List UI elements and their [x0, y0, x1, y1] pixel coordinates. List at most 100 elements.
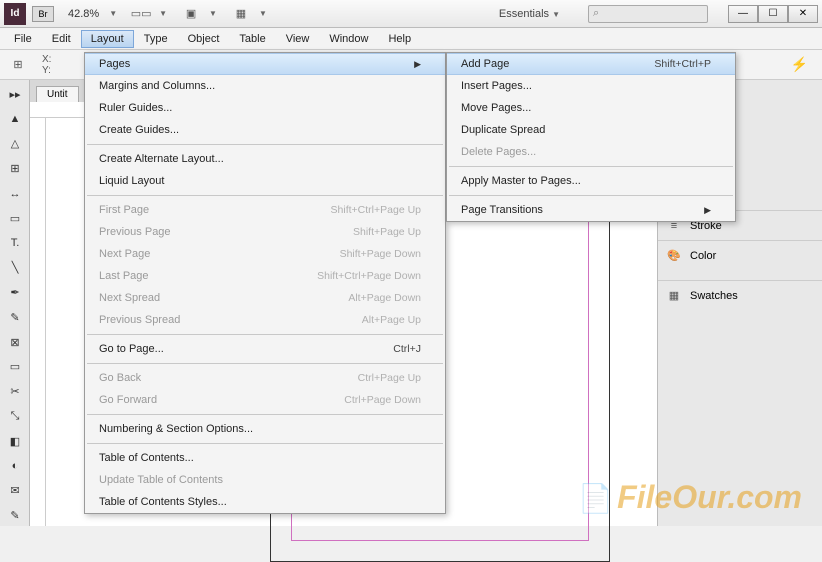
pages-menu-item-duplicate-spread[interactable]: Duplicate Spread: [447, 119, 735, 141]
menu-item-label: Ruler Guides...: [99, 102, 421, 114]
expand-icon[interactable]: ▸▸: [2, 84, 28, 105]
menu-item-label: First Page: [99, 204, 331, 216]
layout-menu-item-create-alternate-layout[interactable]: Create Alternate Layout...: [85, 148, 445, 170]
direct-selection-tool[interactable]: △: [2, 134, 28, 155]
layout-menu-item-last-page: Last PageShift+Ctrl+Page Down: [85, 265, 445, 287]
menu-item-shortcut: Shift+Page Up: [353, 226, 421, 238]
workspace-switcher[interactable]: Essentials ▼: [491, 6, 578, 22]
pages-menu-item-page-transitions[interactable]: Page Transitions▶: [447, 199, 735, 221]
rectangle-tool[interactable]: ▭: [2, 357, 28, 378]
quick-apply-icon[interactable]: ⚡: [791, 56, 808, 73]
zoom-dropdown-arrow[interactable]: ▼: [109, 9, 117, 18]
page-tool[interactable]: ⊞: [2, 158, 28, 179]
close-button[interactable]: ✕: [788, 5, 818, 23]
layout-menu-separator: [87, 334, 443, 335]
reference-point-icon[interactable]: ⊞: [4, 55, 32, 75]
layout-menu-item-previous-spread: Previous SpreadAlt+Page Up: [85, 309, 445, 331]
selection-tool[interactable]: ▲: [2, 109, 28, 130]
menu-item-label: Create Guides...: [99, 124, 421, 136]
menu-item-label: Next Page: [99, 248, 340, 260]
menu-item-label: Duplicate Spread: [461, 124, 711, 136]
menu-item-label: Numbering & Section Options...: [99, 423, 421, 435]
menu-edit[interactable]: Edit: [42, 30, 81, 48]
layout-menu-item-first-page: First PageShift+Ctrl+Page Up: [85, 199, 445, 221]
panel-label: Swatches: [690, 290, 738, 302]
pen-tool[interactable]: ✒: [2, 282, 28, 303]
panel-swatches[interactable]: ▦ Swatches: [658, 280, 822, 310]
menu-help[interactable]: Help: [378, 30, 421, 48]
menu-item-label: Next Spread: [99, 292, 348, 304]
arrange-dropdown-arrow[interactable]: ▼: [259, 9, 267, 18]
maximize-button[interactable]: ☐: [758, 5, 788, 23]
gap-tool[interactable]: ↔: [2, 183, 28, 204]
eyedropper-tool[interactable]: ✎: [2, 505, 28, 526]
layout-menu-item-table-of-contents[interactable]: Table of Contents...: [85, 447, 445, 469]
view-options-icon[interactable]: ▭▭: [127, 4, 155, 24]
bridge-button[interactable]: Br: [32, 6, 54, 22]
gradient-feather-tool[interactable]: ◐: [2, 456, 28, 477]
pages-submenu-dropdown: Add PageShift+Ctrl+PInsert Pages...Move …: [446, 52, 736, 222]
menu-file[interactable]: File: [4, 30, 42, 48]
pages-menu-item-apply-master-to-pages[interactable]: Apply Master to Pages...: [447, 170, 735, 192]
layout-menu-item-numbering-section-options[interactable]: Numbering & Section Options...: [85, 418, 445, 440]
layout-menu-item-margins-and-columns[interactable]: Margins and Columns...: [85, 75, 445, 97]
menu-item-shortcut: Ctrl+Page Up: [358, 372, 421, 384]
layout-menu-separator: [87, 363, 443, 364]
pages-menu-item-insert-pages[interactable]: Insert Pages...: [447, 75, 735, 97]
menu-item-label: Previous Spread: [99, 314, 362, 326]
view-dropdown-arrow[interactable]: ▼: [159, 9, 167, 18]
note-tool[interactable]: ✉: [2, 481, 28, 502]
pages-menu-item-move-pages[interactable]: Move Pages...: [447, 97, 735, 119]
layout-menu-item-liquid-layout[interactable]: Liquid Layout: [85, 170, 445, 192]
pages-menu-item-add-page[interactable]: Add PageShift+Ctrl+P: [447, 53, 735, 75]
pages-menu-separator: [449, 166, 733, 167]
menu-item-shortcut: Shift+Ctrl+Page Down: [317, 270, 421, 282]
menu-item-label: Margins and Columns...: [99, 80, 421, 92]
submenu-arrow-icon: ▶: [704, 205, 711, 216]
search-input[interactable]: ⌕: [588, 5, 708, 23]
vertical-ruler[interactable]: [30, 118, 46, 526]
menu-item-label: Previous Page: [99, 226, 353, 238]
color-icon: 🎨: [666, 248, 682, 264]
menu-bar: FileEditLayoutTypeObjectTableViewWindowH…: [0, 28, 822, 50]
screen-mode-icon[interactable]: ▣: [177, 4, 205, 24]
menu-type[interactable]: Type: [134, 30, 178, 48]
type-tool[interactable]: T.: [2, 233, 28, 254]
layout-menu-item-go-to-page[interactable]: Go to Page...Ctrl+J: [85, 338, 445, 360]
layout-menu-item-next-page: Next PageShift+Page Down: [85, 243, 445, 265]
panel-color[interactable]: 🎨 Color: [658, 240, 822, 270]
layout-menu-item-go-forward: Go ForwardCtrl+Page Down: [85, 389, 445, 411]
rectangle-frame-tool[interactable]: ⊠: [2, 332, 28, 353]
tool-panel: ▸▸ ▲ △ ⊞ ↔ ▭ T. ╲ ✒ ✎ ⊠ ▭ ✂ ⤡ ◧ ◐ ✉ ✎: [0, 80, 30, 526]
pages-menu-item-delete-pages: Delete Pages...: [447, 141, 735, 163]
line-tool[interactable]: ╲: [2, 257, 28, 278]
gradient-swatch-tool[interactable]: ◧: [2, 431, 28, 452]
pencil-tool[interactable]: ✎: [2, 307, 28, 328]
menu-item-shortcut: Ctrl+Page Down: [344, 394, 421, 406]
content-collector-tool[interactable]: ▭: [2, 208, 28, 229]
screen-dropdown-arrow[interactable]: ▼: [209, 9, 217, 18]
layout-menu-dropdown: Pages▶ Margins and Columns... Ruler Guides…: [84, 52, 446, 514]
menu-table[interactable]: Table: [229, 30, 275, 48]
layout-menu-item-pages[interactable]: Pages▶: [85, 53, 445, 75]
menu-item-shortcut: Shift+Page Down: [340, 248, 421, 260]
layout-menu-item-ruler-guides[interactable]: Ruler Guides...: [85, 97, 445, 119]
menu-layout[interactable]: Layout: [81, 30, 134, 48]
menu-item-label: Table of Contents Styles...: [99, 496, 421, 508]
menu-item-label: Go to Page...: [99, 343, 393, 355]
layout-menu-item-create-guides[interactable]: Create Guides...: [85, 119, 445, 141]
arrange-icon[interactable]: ▦: [227, 4, 255, 24]
layout-menu-separator: [87, 144, 443, 145]
layout-menu-item-table-of-contents-styles[interactable]: Table of Contents Styles...: [85, 491, 445, 513]
y-label: Y:: [42, 65, 51, 76]
free-transform-tool[interactable]: ⤡: [2, 406, 28, 427]
scissors-tool[interactable]: ✂: [2, 381, 28, 402]
title-bar: Id Br 42.8% ▼ ▭▭ ▼ ▣ ▼ ▦ ▼ Essentials ▼ …: [0, 0, 822, 28]
minimize-button[interactable]: —: [728, 5, 758, 23]
document-tab[interactable]: Untit: [36, 86, 79, 102]
menu-item-label: Last Page: [99, 270, 317, 282]
menu-view[interactable]: View: [276, 30, 320, 48]
zoom-level[interactable]: 42.8%: [62, 6, 105, 22]
menu-window[interactable]: Window: [319, 30, 378, 48]
menu-object[interactable]: Object: [178, 30, 230, 48]
